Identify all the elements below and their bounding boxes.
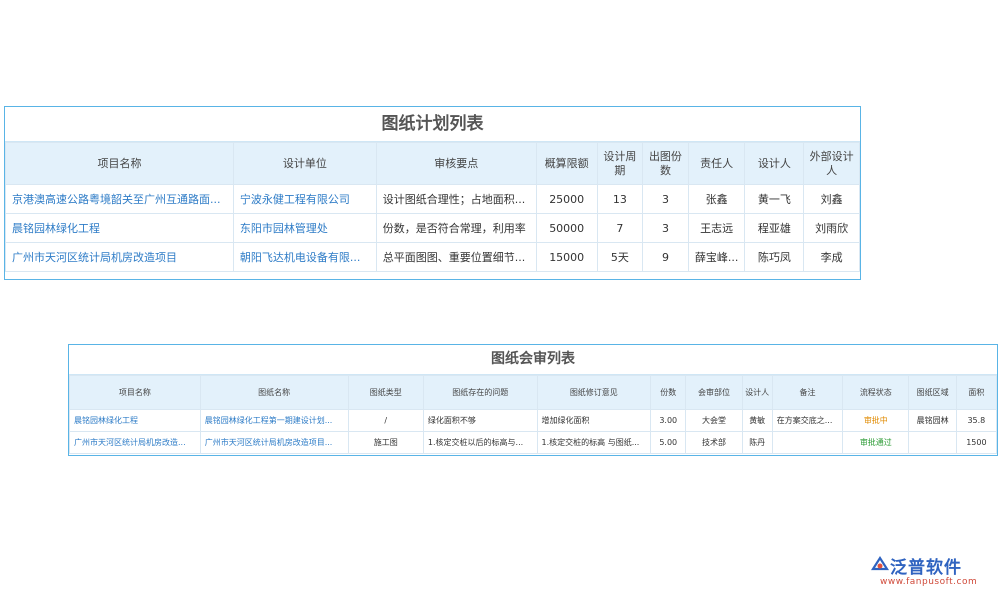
drawing-issues: 绿化面积不够 xyxy=(422,409,538,432)
review-department: 技术部 xyxy=(685,431,743,454)
responsible-person: 薛宝峰... xyxy=(687,242,746,272)
brand-url: www.fanpusoft.com xyxy=(880,577,978,587)
review-points: 设计图纸合理性；占地面积... xyxy=(375,184,537,214)
project-name-link[interactable]: 广州市天河区统计局机房改造项目 xyxy=(5,242,234,272)
area-size: 1500 xyxy=(955,431,998,454)
external-designer: 刘鑫 xyxy=(803,184,860,214)
remarks: 在方案交底之... xyxy=(771,409,844,432)
table-row[interactable]: 京港澳高速公路粤境韶关至广州互通路面... 宁波永健工程有限公司 设计图纸合理性… xyxy=(5,184,860,214)
table-row[interactable]: 晨铭园林绿化工程 晨铭园林绿化工程第一期建设计划... / 绿化面积不够 增加绿… xyxy=(69,409,998,432)
col-header[interactable]: 外部设计人 xyxy=(803,142,860,185)
project-name-link[interactable]: 广州市天河区统计局机房改造... xyxy=(69,431,201,454)
external-designer: 刘雨欣 xyxy=(803,213,860,243)
design-unit-link[interactable]: 东阳市园林管理处 xyxy=(232,213,377,243)
plan-list-title: 图纸计划列表 xyxy=(5,107,860,142)
table-row[interactable]: 广州市天河区统计局机房改造项目 朝阳飞达机电设备有限... 总平面图图、重要位置… xyxy=(5,242,860,272)
status-badge: 审批中 xyxy=(842,409,910,432)
col-header[interactable]: 份数 xyxy=(650,375,687,410)
budget-limit: 50000 xyxy=(535,213,598,243)
col-header[interactable]: 项目名称 xyxy=(5,142,234,185)
review-list-table: 项目名称 图纸名称 图纸类型 图纸存在的问题 图纸修订意见 份数 会审部位 设计… xyxy=(69,375,998,454)
col-header[interactable]: 责任人 xyxy=(687,142,746,185)
drawing-name-link[interactable]: 广州市天河区统计局机房改造项目... xyxy=(199,431,349,454)
review-header-row: 项目名称 图纸名称 图纸类型 图纸存在的问题 图纸修订意见 份数 会审部位 设计… xyxy=(69,375,998,410)
responsible-person: 王志远 xyxy=(687,213,746,243)
col-header[interactable]: 图纸存在的问题 xyxy=(422,375,538,410)
col-header[interactable]: 审核要点 xyxy=(375,142,537,185)
col-header[interactable]: 项目名称 xyxy=(69,375,201,410)
design-period: 7 xyxy=(596,213,644,243)
review-list-panel: 图纸会审列表 项目名称 图纸名称 图纸类型 图纸存在的问题 图纸修订意见 份数 … xyxy=(68,344,998,456)
responsible-person: 张鑫 xyxy=(687,184,746,214)
drawing-copies: 9 xyxy=(642,242,689,272)
brand-logo: 泛普软件 www.fanpusoft.com xyxy=(870,553,996,593)
review-department: 大会堂 xyxy=(685,409,743,432)
project-name-link[interactable]: 晨铭园林绿化工程 xyxy=(5,213,234,243)
designer: 黄敏 xyxy=(741,409,773,432)
fanpu-logo-icon xyxy=(870,555,890,571)
drawing-copies: 3 xyxy=(642,213,689,243)
table-row[interactable]: 广州市天河区统计局机房改造... 广州市天河区统计局机房改造项目... 施工图 … xyxy=(69,431,998,454)
designer: 陈巧凤 xyxy=(744,242,805,272)
drawing-type: / xyxy=(347,409,424,432)
col-header[interactable]: 设计人 xyxy=(741,375,773,410)
col-header[interactable]: 会审部位 xyxy=(685,375,743,410)
drawing-area: 晨铭园林 xyxy=(908,409,957,432)
col-header[interactable]: 图纸修订意见 xyxy=(536,375,652,410)
plan-header-row: 项目名称 设计单位 审核要点 概算限额 设计周期 出图份数 责任人 设计人 外部… xyxy=(5,142,860,185)
copies: 3.00 xyxy=(650,409,687,432)
col-header[interactable]: 图纸区域 xyxy=(908,375,957,410)
project-name-link[interactable]: 京港澳高速公路粤境韶关至广州互通路面... xyxy=(5,184,234,214)
drawing-type: 施工图 xyxy=(347,431,424,454)
drawing-copies: 3 xyxy=(642,184,689,214)
designer: 黄一飞 xyxy=(744,184,805,214)
design-period: 5天 xyxy=(596,242,644,272)
revision-opinion: 增加绿化面积 xyxy=(536,409,652,432)
review-points: 份数，是否符合常理，利用率 xyxy=(375,213,537,243)
design-unit-link[interactable]: 宁波永健工程有限公司 xyxy=(232,184,377,214)
col-header[interactable]: 备注 xyxy=(771,375,844,410)
project-name-link[interactable]: 晨铭园林绿化工程 xyxy=(69,409,201,432)
status-badge: 审批通过 xyxy=(842,431,910,454)
col-header[interactable]: 出图份数 xyxy=(642,142,689,185)
col-header[interactable]: 面积 xyxy=(955,375,998,410)
col-header[interactable]: 设计人 xyxy=(744,142,805,185)
col-header[interactable]: 图纸名称 xyxy=(199,375,349,410)
col-header[interactable]: 图纸类型 xyxy=(347,375,424,410)
design-period: 13 xyxy=(596,184,644,214)
table-row[interactable]: 晨铭园林绿化工程 东阳市园林管理处 份数，是否符合常理，利用率 50000 7 … xyxy=(5,213,860,243)
col-header[interactable]: 概算限额 xyxy=(535,142,598,185)
review-points: 总平面图图、重要位置细节... xyxy=(375,242,537,272)
budget-limit: 15000 xyxy=(535,242,598,272)
designer: 程亚雄 xyxy=(744,213,805,243)
designer: 陈丹 xyxy=(741,431,773,454)
col-header[interactable]: 设计周期 xyxy=(596,142,644,185)
col-header[interactable]: 流程状态 xyxy=(842,375,910,410)
remarks xyxy=(771,431,844,454)
brand-name: 泛普软件 xyxy=(890,558,962,578)
drawing-name-link[interactable]: 晨铭园林绿化工程第一期建设计划... xyxy=(199,409,349,432)
budget-limit: 25000 xyxy=(535,184,598,214)
col-header[interactable]: 设计单位 xyxy=(232,142,377,185)
drawing-issues: 1.核定交桩以后的标高与... xyxy=(422,431,538,454)
area-size: 35.8 xyxy=(955,409,998,432)
copies: 5.00 xyxy=(650,431,687,454)
review-list-title: 图纸会审列表 xyxy=(69,345,997,375)
design-unit-link[interactable]: 朝阳飞达机电设备有限... xyxy=(232,242,377,272)
drawing-area xyxy=(908,431,957,454)
plan-list-panel: 图纸计划列表 项目名称 设计单位 审核要点 概算限额 设计周期 出图份数 责任人… xyxy=(4,106,861,280)
revision-opinion: 1.核定交桩的标高 与图纸... xyxy=(536,431,652,454)
external-designer: 李成 xyxy=(803,242,860,272)
plan-list-table: 项目名称 设计单位 审核要点 概算限额 设计周期 出图份数 责任人 设计人 外部… xyxy=(5,142,860,272)
